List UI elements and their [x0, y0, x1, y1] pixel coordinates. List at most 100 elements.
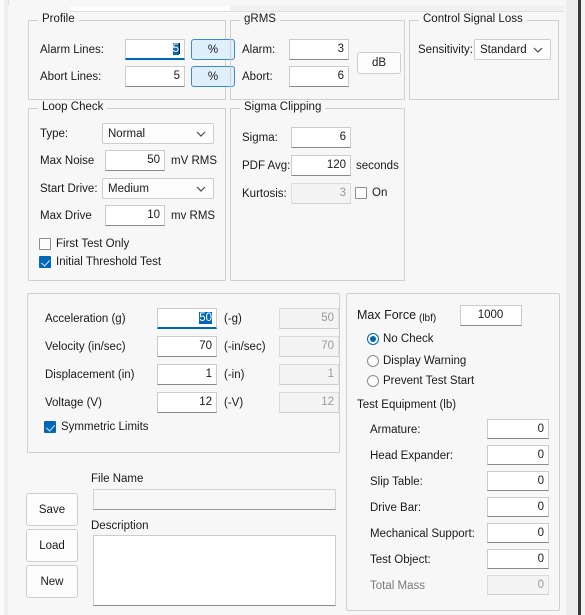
limit-neg-input-0: 50 [279, 308, 339, 329]
checkbox-checked-icon [39, 256, 51, 268]
start-drive-label: Start Drive: [40, 183, 98, 195]
sigma-input[interactable]: 6 [291, 127, 351, 148]
window-right-edge-outer [581, 0, 585, 615]
loop-type-value: Normal [108, 128, 146, 140]
start-drive-value: Medium [108, 183, 149, 195]
alarm-lines-label: Alarm Lines: [40, 44, 104, 56]
sensitivity-label: Sensitivity: [418, 44, 473, 56]
alarm-lines-input[interactable]: 5 [125, 39, 185, 60]
description-label: Description [91, 520, 149, 532]
limit-input-2[interactable]: 1 [157, 364, 217, 385]
limit-neg-label-2: (-in) [224, 369, 245, 381]
equipment-label-4: Mechanical Support: [370, 528, 475, 540]
max-force-unit: (lbf) [419, 313, 437, 324]
sensitivity-value: Standard [480, 44, 527, 56]
equipment-label-2: Slip Table: [370, 476, 423, 488]
abort-lines-label: Abort Lines: [40, 71, 102, 83]
max-force-input[interactable]: 1000 [460, 305, 522, 326]
max-drive-label: Max Drive [40, 210, 92, 222]
limit-neg-label-3: (-V) [224, 397, 244, 409]
max-noise-input[interactable]: 50 [105, 150, 165, 171]
start-drive-select[interactable]: Medium [102, 178, 214, 199]
grms-abort-input[interactable]: 6 [289, 66, 349, 87]
max-force-panel: Max Force (lbf) 1000 No Check Display Wa… [346, 293, 560, 611]
equipment-label-3: Drive Bar: [370, 502, 422, 514]
window-right-gap [566, 0, 578, 615]
grms-unit-button[interactable]: dB [357, 52, 401, 74]
initial-threshold-test-label: Initial Threshold Test [56, 256, 162, 268]
limit-label-1: Velocity (in/sec) [45, 341, 126, 353]
abort-lines-input[interactable]: 5 [125, 66, 185, 87]
grms-abort-label: Abort: [242, 71, 273, 83]
sensitivity-select[interactable]: Standard [474, 39, 551, 60]
equipment-input-6: 0 [487, 575, 549, 595]
limit-label-0: Acceleration (g) [45, 313, 126, 325]
alarm-lines-unit-button[interactable]: % [191, 39, 235, 60]
kurtosis-label: Kurtosis: [242, 188, 287, 200]
max-force-label: Max Force [357, 308, 417, 322]
grms-alarm-input[interactable]: 3 [289, 39, 349, 60]
chevron-down-icon [196, 179, 206, 199]
save-button[interactable]: Save [26, 493, 78, 526]
symmetric-limits-label: Symmetric Limits [61, 421, 149, 433]
pdf-avg-input[interactable]: 120 [291, 155, 351, 176]
max-noise-unit: mV RMS [171, 155, 217, 167]
equipment-input-4[interactable]: 0 [487, 523, 549, 543]
settings-panel: Profile Alarm Lines: 5 % Abort Lines: 5 … [8, 6, 566, 615]
equipment-input-1[interactable]: 0 [487, 445, 549, 465]
grms-alarm-label: Alarm: [242, 44, 276, 56]
kurtosis-input: 3 [291, 183, 351, 204]
equipment-input-3[interactable]: 0 [487, 497, 549, 517]
tab-strip-active[interactable] [70, 6, 230, 12]
application-window: Profile Alarm Lines: 5 % Abort Lines: 5 … [0, 0, 585, 615]
kurtosis-on-label: On [372, 187, 388, 199]
max-force-option-label-2: Prevent Test Start [383, 375, 475, 387]
equipment-label-1: Head Expander: [370, 450, 454, 462]
checkbox-box-icon [39, 238, 51, 250]
limit-neg-label-0: (-g) [224, 313, 242, 325]
radio-selected-icon [367, 333, 379, 345]
limit-label-3: Voltage (V) [45, 397, 102, 409]
new-button[interactable]: New [26, 565, 78, 598]
limit-neg-label-1: (-in/sec) [224, 341, 266, 353]
loop-check-group: Loop Check Type: Normal Max Noise 50 mV … [28, 101, 226, 281]
grms-group: gRMS Alarm: 3 Abort: 6 dB [230, 13, 405, 100]
limits-panel: Acceleration (g) 50 (-g) 50 Velocity (in… [27, 293, 340, 453]
abort-lines-unit-button[interactable]: % [191, 66, 235, 87]
equipment-input-2[interactable]: 0 [487, 471, 549, 491]
test-equipment-title: Test Equipment (lb) [357, 399, 457, 411]
first-test-only-label: First Test Only [56, 238, 130, 250]
text-caret [179, 43, 180, 54]
loop-check-title: Loop Check [38, 101, 108, 113]
sigma-label: Sigma: [242, 132, 278, 144]
sigma-clipping-group: Sigma Clipping Sigma: 6 PDF Avg: 120 sec… [230, 101, 405, 281]
control-signal-loss-title: Control Signal Loss [419, 13, 527, 25]
limit-label-2: Displacement (in) [45, 369, 135, 381]
equipment-input-5[interactable]: 0 [487, 549, 549, 569]
limit-neg-input-3: 12 [279, 392, 339, 413]
limit-neg-input-2: 1 [279, 364, 339, 385]
pdf-avg-unit: seconds [356, 160, 399, 172]
equipment-label-5: Test Object: [370, 554, 431, 566]
control-signal-loss-group: Control Signal Loss Sensitivity: Standar… [409, 13, 559, 100]
description-textarea[interactable] [93, 535, 336, 606]
pdf-avg-label: PDF Avg: [242, 160, 291, 172]
profile-group-title: Profile [38, 13, 79, 25]
limit-input-1[interactable]: 70 [157, 336, 217, 357]
radio-icon [367, 375, 379, 387]
tab-strip-rest[interactable] [230, 6, 564, 12]
limit-input-3[interactable]: 12 [157, 392, 217, 413]
max-force-option-label-0: No Check [383, 333, 434, 345]
file-name-input[interactable] [93, 489, 336, 510]
loop-type-select[interactable]: Normal [102, 123, 214, 144]
max-drive-input[interactable]: 10 [105, 205, 165, 226]
limit-value-0: 50 [199, 312, 212, 324]
file-name-label: File Name [91, 473, 144, 485]
load-button[interactable]: Load [26, 529, 78, 562]
loop-type-label: Type: [40, 128, 69, 140]
grms-group-title: gRMS [240, 13, 280, 25]
max-force-option-label-1: Display Warning [383, 355, 467, 367]
chevron-down-icon [533, 40, 543, 60]
limit-input-0[interactable]: 50 [157, 308, 217, 329]
equipment-input-0[interactable]: 0 [487, 419, 549, 439]
